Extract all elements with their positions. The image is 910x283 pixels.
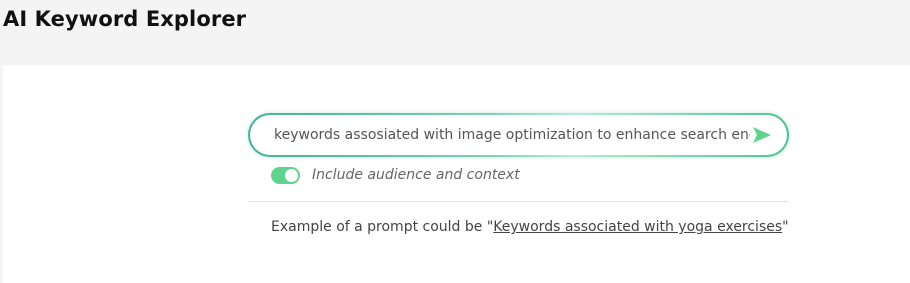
- page-title: AI Keyword Explorer: [3, 7, 247, 31]
- example-prompt-text: Example of a prompt could be "Keywords a…: [271, 219, 789, 235]
- toggle-label: Include audience and context: [312, 167, 520, 183]
- audience-toggle-row: Include audience and context: [271, 165, 520, 185]
- main-card: Include audience and context Example of …: [3, 65, 910, 283]
- send-arrow-icon[interactable]: [751, 125, 773, 145]
- example-prefix: Example of a prompt could be ": [271, 219, 494, 235]
- example-prompt-link[interactable]: Keywords associated with yoga exercises: [493, 219, 782, 235]
- toggle-knob: [285, 168, 298, 182]
- audience-context-toggle[interactable]: [271, 166, 300, 184]
- example-suffix: ": [782, 219, 789, 235]
- divider: [248, 201, 789, 202]
- prompt-search-bar: [248, 113, 789, 157]
- prompt-input[interactable]: [274, 115, 750, 155]
- page-header: AI Keyword Explorer: [0, 0, 910, 64]
- prompt-search-inner: [250, 115, 787, 155]
